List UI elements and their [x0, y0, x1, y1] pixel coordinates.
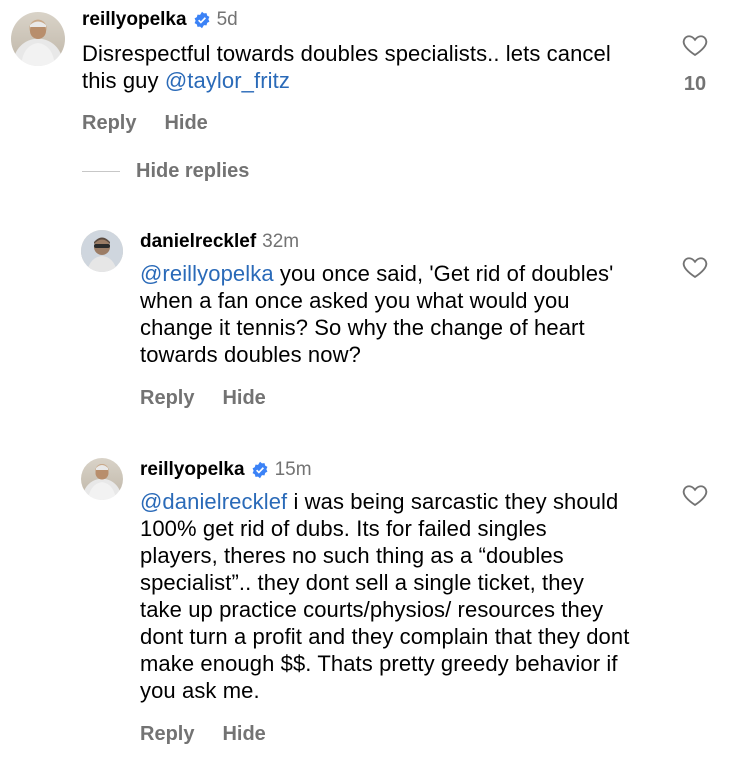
comment-body: reillyopelka 5d Disrespectful towards do…: [82, 6, 642, 135]
comment-body: reillyopelka 15m @danielrecklef i was be…: [140, 456, 640, 746]
username[interactable]: danielrecklef: [140, 231, 256, 253]
username[interactable]: reillyopelka: [140, 459, 245, 481]
heart-icon[interactable]: [681, 481, 709, 509]
divider-line: [82, 171, 120, 172]
verified-badge-icon: [251, 461, 269, 479]
reply-button[interactable]: Reply: [82, 112, 136, 135]
like-count: 10: [683, 73, 707, 95]
heart-icon[interactable]: [681, 253, 709, 281]
mention-link[interactable]: @taylor_fritz: [165, 68, 290, 93]
comment-text: @reillyopelka you once said, 'Get rid of…: [140, 260, 630, 368]
comment-actions: Reply Hide: [140, 723, 640, 746]
comment-meta: danielrecklef 32m: [140, 228, 640, 256]
comment-meta: reillyopelka 15m: [140, 456, 640, 484]
hide-button[interactable]: Hide: [222, 723, 265, 746]
hide-button[interactable]: Hide: [164, 112, 207, 135]
comment-body: danielrecklef 32m @reillyopelka you once…: [140, 228, 640, 410]
hide-replies-label: Hide replies: [136, 160, 250, 182]
hide-replies-toggle[interactable]: Hide replies: [82, 160, 249, 183]
hide-button[interactable]: Hide: [222, 387, 265, 410]
comment-text: @danielrecklef i was being sarcastic the…: [140, 488, 630, 704]
mention-link[interactable]: @danielrecklef: [140, 489, 287, 514]
verified-badge-icon: [193, 11, 211, 29]
avatar[interactable]: [11, 12, 65, 66]
avatar[interactable]: [81, 458, 123, 500]
avatar[interactable]: [81, 230, 123, 272]
comment-text: Disrespectful towards doubles specialist…: [82, 40, 627, 94]
heart-icon[interactable]: [681, 31, 709, 59]
comment-actions: Reply Hide: [140, 387, 640, 410]
comment-text-body: i was being sarcastic they should 100% g…: [140, 489, 630, 703]
mention-link[interactable]: @reillyopelka: [140, 261, 274, 286]
comment-text-body: Disrespectful towards doubles specialist…: [82, 41, 611, 93]
timestamp: 5d: [216, 9, 238, 30]
username[interactable]: reillyopelka: [82, 9, 187, 31]
timestamp: 15m: [274, 459, 312, 480]
comment-meta: reillyopelka 5d: [82, 6, 642, 34]
reply-button[interactable]: Reply: [140, 723, 194, 746]
comment-actions: Reply Hide: [82, 112, 642, 135]
timestamp: 32m: [262, 231, 300, 252]
reply-button[interactable]: Reply: [140, 387, 194, 410]
